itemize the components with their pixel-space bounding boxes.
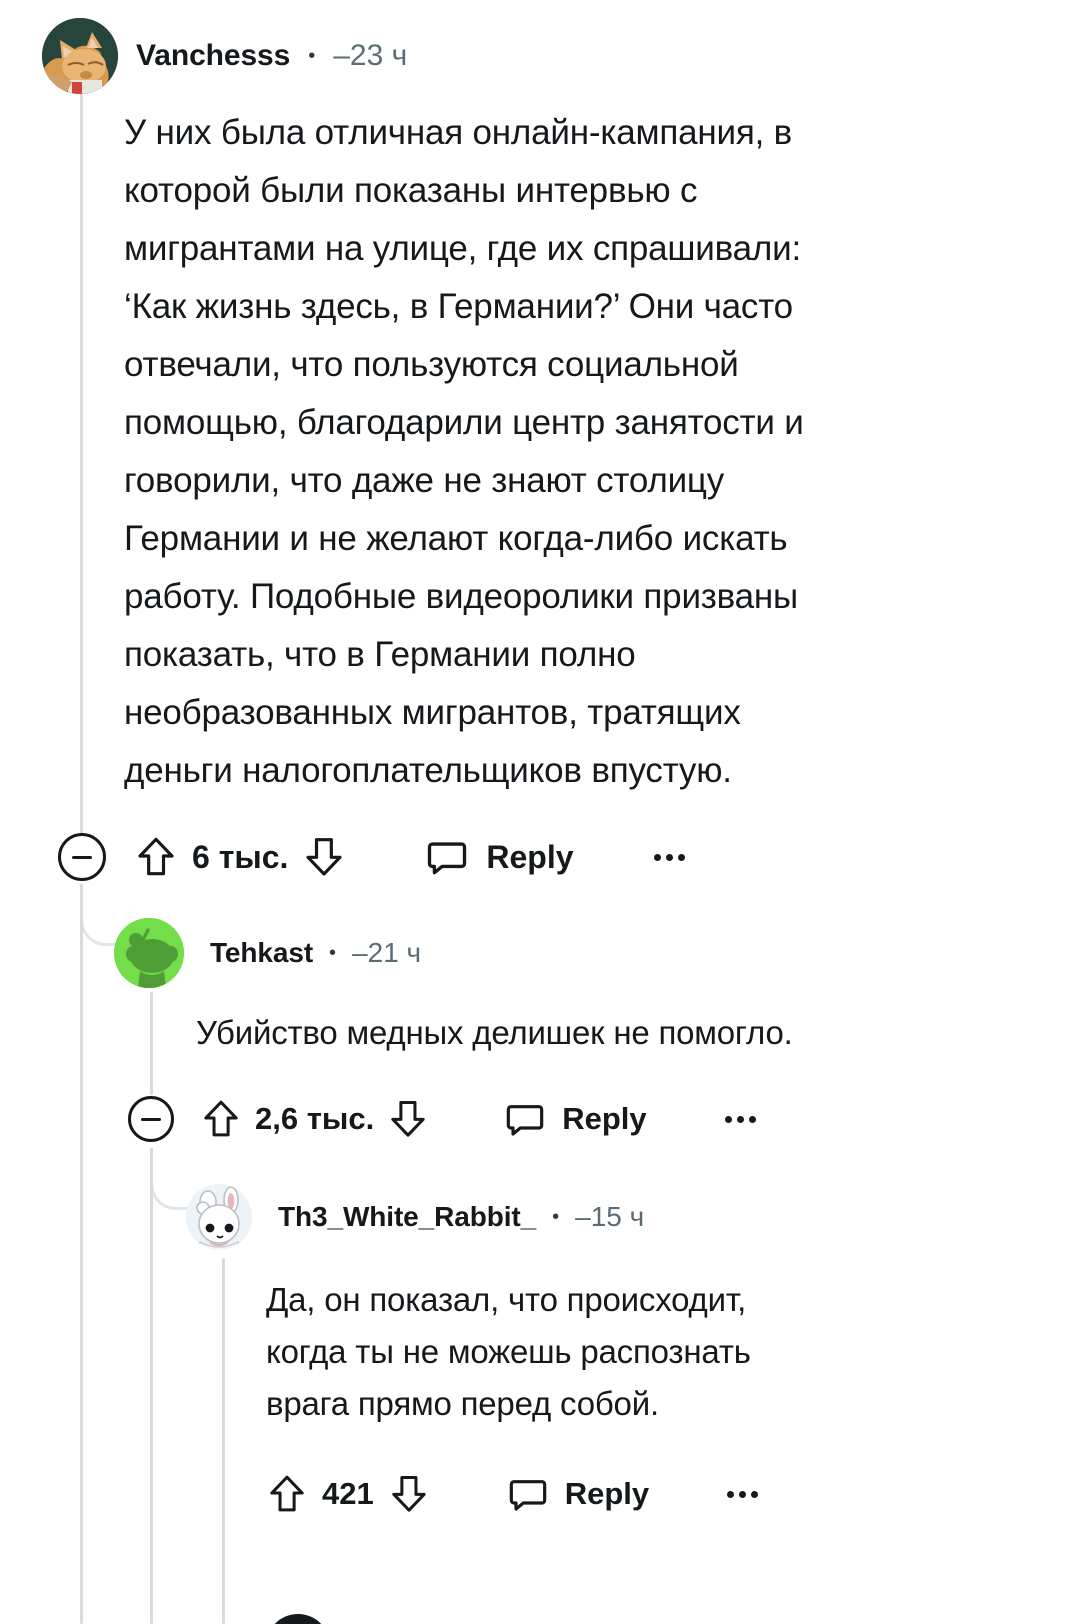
comment-line: необразованных мигрантов, тратящих	[124, 693, 741, 732]
thread-line-depth-0-bottom[interactable]	[80, 884, 83, 1624]
comment-body-3: Да, он показал, что происходит, когда ты…	[266, 1274, 996, 1430]
downvote-arrow-icon	[392, 1476, 426, 1512]
reply-label: Reply	[564, 1476, 650, 1511]
reply-button-2[interactable]: Reply	[505, 1099, 647, 1139]
reply-label: Reply	[562, 1101, 647, 1136]
comment-bubble-icon	[428, 842, 467, 875]
ellipsis-dot	[724, 1115, 732, 1123]
ellipsis-dot	[653, 853, 661, 861]
meta-separator: •	[329, 942, 337, 964]
avatar[interactable]	[114, 918, 184, 988]
comment-body-2: Убийство медных делишек не помогло.	[196, 1008, 996, 1058]
vote-group-1: 6 тыс.	[136, 835, 344, 879]
comment-line: когда ты не можешь распознать	[266, 1333, 751, 1370]
comment-actions-3: 421 Reply	[268, 1473, 759, 1515]
comment-line: помощью, благодарили центр занятости и	[124, 403, 804, 442]
comment-author-2[interactable]: Tehkast	[210, 937, 313, 969]
avatar[interactable]	[186, 1184, 252, 1250]
comment-line: показать, что в Германии полно	[124, 635, 636, 674]
ellipsis-dot	[677, 853, 685, 861]
vote-score-3: 421	[322, 1476, 374, 1511]
comment-bubble-icon	[506, 1105, 544, 1136]
comment-line: ‘Как жизнь здесь, в Германии?’ Они часто	[124, 287, 793, 326]
reddit-snoo-avatar	[114, 918, 184, 988]
vote-score-1: 6 тыс.	[192, 838, 289, 875]
downvote-arrow-icon	[306, 838, 342, 876]
ellipsis-dot	[739, 1490, 747, 1498]
upvote-arrow-icon	[204, 1100, 238, 1137]
more-options-button-2[interactable]	[724, 1115, 756, 1123]
reply-label: Reply	[486, 838, 574, 875]
comment-body-1: У них была отличная онлайн-кампания, в к…	[124, 104, 984, 800]
vote-group-2: 2,6 тыс.	[202, 1098, 427, 1140]
comment-header-1: Vanchesss • –23 ч	[42, 18, 407, 94]
comment-line: деньги налогоплательщиков впустую.	[124, 751, 732, 790]
next-comment-avatar-partial[interactable]	[266, 1614, 330, 1624]
meta-separator: •	[552, 1206, 560, 1228]
comment-line: У них была отличная онлайн-кампания, в	[124, 113, 793, 152]
comment-timestamp-1: –23 ч	[333, 39, 408, 72]
thread-line-depth-1-bottom[interactable]	[150, 1148, 153, 1624]
comment-line: Да, он показал, что происходит,	[266, 1281, 747, 1318]
more-options-button-3[interactable]	[727, 1490, 759, 1498]
vote-score-2: 2,6 тыс.	[255, 1101, 375, 1136]
ellipsis-dot	[736, 1115, 744, 1123]
comment-actions-2: 2,6 тыс. Reply	[128, 1096, 756, 1142]
comment-bubble-icon	[509, 1480, 546, 1511]
downvote-arrow-icon	[391, 1101, 425, 1137]
comment-header-3: Th3_White_Rabbit_ • –15 ч	[186, 1184, 644, 1250]
ellipsis-dot	[751, 1490, 759, 1498]
comment-author-3[interactable]: Th3_White_Rabbit_	[278, 1201, 536, 1233]
comment-line: врага прямо перед собой.	[266, 1385, 659, 1422]
downvote-button[interactable]	[390, 1473, 428, 1515]
thread-line-depth-2[interactable]	[222, 1258, 225, 1624]
upvote-arrow-icon	[138, 837, 174, 876]
comment-timestamp-3: –15 ч	[575, 1201, 645, 1232]
meta-separator: •	[308, 45, 316, 67]
comment-actions-1: 6 тыс. Reply	[58, 833, 685, 881]
comment-thread-screen: Vanchesss • –23 ч У них была отличная он…	[0, 0, 1080, 1624]
comment-line: отвечали, что пользуются социальной	[124, 345, 739, 384]
comment-line: работу. Подобные видеоролики призваны	[124, 577, 798, 616]
minus-icon	[141, 1117, 161, 1121]
downvote-button[interactable]	[304, 835, 344, 879]
thread-line-depth-1-top[interactable]	[150, 992, 153, 1095]
collapse-thread-button[interactable]	[128, 1096, 174, 1142]
comment-line: мигрантами на улице, где их спрашивали:	[124, 229, 802, 268]
collapse-thread-button[interactable]	[58, 833, 106, 881]
comment-line: которой были показаны интервью с	[124, 171, 698, 210]
comment-author-1[interactable]: Vanchesss	[136, 39, 290, 73]
avatar[interactable]	[42, 18, 118, 94]
downvote-button[interactable]	[389, 1098, 427, 1140]
ellipsis-dot	[748, 1115, 756, 1123]
cat-photo-avatar	[42, 18, 118, 94]
vote-group-3: 421	[268, 1473, 428, 1515]
upvote-button[interactable]	[136, 835, 176, 879]
reply-button-1[interactable]: Reply	[426, 836, 574, 878]
white-rabbit-avatar	[186, 1184, 252, 1250]
minus-icon	[72, 855, 92, 859]
upvote-arrow-icon	[270, 1475, 304, 1512]
comment-header-2: Tehkast • –21 ч	[114, 918, 421, 988]
more-options-button-1[interactable]	[653, 853, 685, 861]
reply-button-3[interactable]: Reply	[508, 1474, 649, 1514]
ellipsis-dot	[665, 853, 673, 861]
comment-line: Убийство медных делишек не помогло.	[196, 1014, 793, 1051]
upvote-button[interactable]	[268, 1473, 306, 1515]
comment-timestamp-2: –21 ч	[352, 937, 422, 968]
thread-line-depth-0-top[interactable]	[80, 92, 83, 834]
comment-line: Германии и не желают когда-либо искать	[124, 519, 788, 558]
comment-line: говорили, что даже не знают столицу	[124, 461, 725, 500]
ellipsis-dot	[727, 1490, 735, 1498]
upvote-button[interactable]	[202, 1098, 240, 1140]
